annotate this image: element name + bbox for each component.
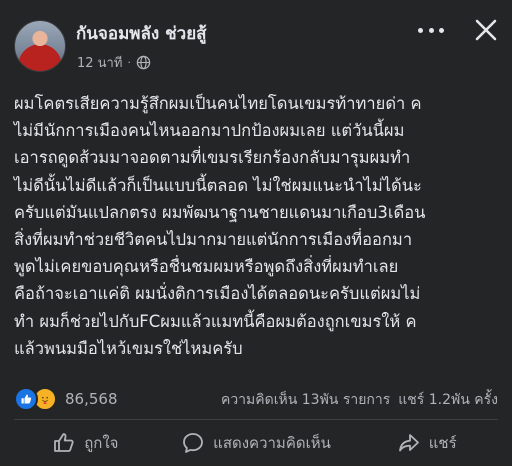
comment-button[interactable]: แสดงความคิดเห็น (171, 420, 342, 466)
like-icon (14, 387, 38, 411)
share-label: แชร์ (428, 434, 457, 452)
comment-label: แสดงความคิดเห็น (213, 434, 331, 452)
post-stats: ความคิดเห็น 13พัน รายการ แชร์ 1.2พัน ครั… (221, 389, 498, 411)
post-body-line: พูดไม่เคยขอบคุณหรือชื่นชมผมหรือพูดถึงสิ่… (14, 257, 399, 277)
post-body-line: คือถ้าจะเอาแค่ติ ผมนั่งติการเมืองได้ตลอด… (14, 284, 421, 304)
post-body-line: ครับแต่มันแปลกตรง ผมพัฒนาฐานชายแดนมาเกือ… (14, 202, 426, 222)
post-body-line: สิ่งที่ผมทำช่วยชีวิตคนไปมากมายแต่นักการเ… (14, 229, 413, 249)
post-body-line: ทำ ผมก็ช่วยไปกับFCผมแล้วแมทนี้คือผมต้องถ… (14, 311, 417, 331)
comment-icon (183, 433, 204, 453)
post-body-line: ไม่ดีนั้นไม่ดีแล้วก็เป็นแบบนี้ตลอด ไม่ใช… (14, 175, 422, 195)
like-label: ถูกใจ (84, 434, 119, 452)
post-body-line: ผมโคตรเสียความรู้สึกผมเป็นคนไทยโดนเขมรท้… (14, 94, 422, 113)
globe-icon (136, 55, 151, 70)
close-icon[interactable] (474, 18, 498, 42)
post-body-line: แล้วพนมมือไหว้เขมรใช่ไหมครับ (14, 338, 243, 358)
post-meta: 12 นาที · (77, 52, 151, 73)
like-button[interactable]: ถูกใจ (0, 420, 171, 466)
share-icon (398, 434, 419, 452)
author-avatar[interactable] (14, 20, 66, 72)
reactions-summary[interactable]: 86,568 (14, 387, 118, 411)
post-body-line: ไม่มีนักการเมืองคนไหนออกมาปกป้องผมเลย แต… (14, 121, 405, 141)
meta-separator: · (127, 56, 131, 69)
share-button[interactable]: แชร์ (341, 420, 512, 466)
comment-count[interactable]: ความคิดเห็น 13พัน รายการ (221, 389, 390, 411)
share-count[interactable]: แชร์ 1.2พัน ครั้ง (398, 389, 498, 411)
more-options-icon[interactable] (418, 22, 444, 38)
author-name[interactable]: กันจอมพลัง ช่วยสู้ (76, 20, 207, 47)
post-card: กันจอมพลัง ช่วยสู้ 12 นาที · ผมโคตรเสียค… (0, 0, 512, 466)
reaction-count: 86,568 (65, 390, 118, 408)
post-body: ผมโคตรเสียความรู้สึกผมเป็นคนไทยโดนเขมรท้… (14, 90, 504, 362)
thumbs-up-icon (54, 433, 74, 452)
post-time[interactable]: 12 นาที (77, 52, 122, 73)
action-bar: ถูกใจ แสดงความคิดเห็น แชร์ (0, 420, 512, 466)
post-body-line: เอารถดูดส้วมมาจอดตามที่เขมรเรียกร้องกลับ… (14, 148, 411, 168)
